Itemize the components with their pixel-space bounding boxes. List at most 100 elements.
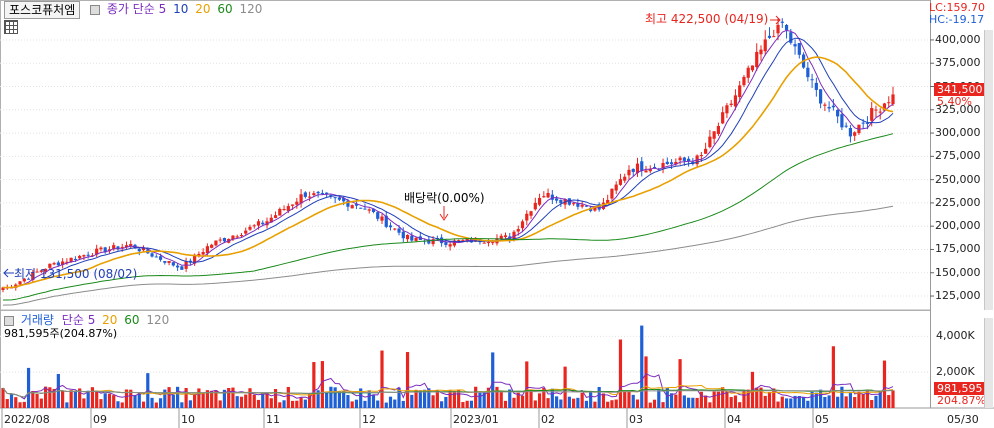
candle-body	[167, 261, 171, 263]
candle-body	[320, 192, 324, 194]
volume-bar	[193, 394, 197, 408]
volume-bar	[82, 398, 86, 408]
volume-current: 981,595주(204.87%)	[4, 327, 118, 340]
ma-period-60: 60	[217, 2, 233, 16]
price-axis-label: 275,000	[935, 149, 981, 163]
volume-bar	[631, 394, 635, 408]
candle-body	[542, 196, 546, 198]
volume-bar	[256, 399, 261, 408]
volume-bar	[325, 392, 329, 408]
candle-body	[814, 82, 818, 90]
volume-bar	[610, 400, 614, 408]
vol-ma-period-20: 20	[102, 313, 118, 327]
candle-body	[665, 161, 669, 165]
volume-bar	[239, 396, 244, 408]
candle-body	[367, 209, 371, 211]
volume-bar	[874, 395, 878, 408]
volume-bar	[448, 390, 452, 408]
stock-chart-window[interactable]: 포스코퓨처엠 종가 단순 5 10 20 60 120 LC:159.70 HC…	[0, 0, 994, 428]
candle-body	[640, 161, 644, 171]
candle-body	[235, 236, 239, 238]
volume-bar	[278, 402, 282, 408]
price-scrollbar[interactable]	[984, 30, 993, 310]
date-axis-label: 02	[541, 413, 555, 426]
candle-body	[397, 228, 401, 233]
volume-bar	[491, 352, 495, 408]
candle-body	[137, 249, 141, 252]
volume-bar	[299, 397, 303, 408]
price-axis-label: 225,000	[935, 195, 981, 209]
volume-bar	[520, 395, 525, 408]
candle-body	[806, 67, 810, 78]
candle-body	[755, 51, 759, 68]
ma10-line	[3, 37, 894, 288]
high-annotation: 최고 422,500 (04/19)	[645, 12, 769, 26]
candle-body	[214, 240, 218, 246]
candle-body	[393, 228, 397, 230]
volume-bar	[580, 392, 584, 408]
volume-legend: 거래량 단순 5 20 60 120	[4, 313, 169, 327]
candle-body	[516, 229, 520, 232]
volume-bar	[363, 400, 367, 408]
dividend-arrow-icon	[439, 206, 449, 221]
volume-bar	[31, 390, 35, 408]
chart-canvas[interactable]	[0, 0, 994, 428]
date-axis-label: 10	[181, 413, 195, 426]
volume-bar	[103, 393, 107, 408]
volume-bar	[729, 397, 733, 408]
candle-body	[763, 39, 767, 52]
volume-bar	[674, 394, 678, 408]
candle-body	[529, 211, 533, 216]
candle-body	[201, 252, 205, 255]
candle-body	[410, 235, 414, 241]
volume-scrollbar[interactable]	[984, 318, 993, 408]
candle-body	[810, 79, 814, 81]
volume-bar	[329, 386, 333, 408]
candle-body	[503, 235, 508, 238]
candle-body	[73, 258, 77, 260]
volume-bar	[601, 393, 606, 408]
candle-body	[733, 95, 738, 107]
candle-body	[376, 212, 380, 219]
volume-bar	[197, 388, 201, 408]
stock-name-box[interactable]: 포스코퓨처엠	[4, 1, 81, 19]
candle-body	[610, 188, 614, 199]
volume-bar	[780, 396, 784, 408]
volume-bar	[43, 386, 48, 408]
candle-body	[614, 184, 618, 191]
volume-bar	[141, 401, 146, 408]
candle-body	[333, 197, 337, 199]
candle-body	[78, 255, 82, 259]
volume-bar	[65, 402, 69, 408]
candle-body	[780, 21, 784, 23]
low-annotation: 최저 131,500 (08/02)	[14, 267, 138, 281]
volume-bar	[354, 399, 359, 408]
volume-title: 거래량	[20, 313, 54, 327]
volume-bar	[623, 390, 627, 408]
candle-body	[363, 208, 367, 210]
volume-bar	[614, 399, 618, 408]
candle-body	[244, 230, 248, 234]
volume-bar	[831, 346, 835, 408]
candle-body	[405, 234, 410, 240]
volume-bar	[154, 402, 158, 408]
volume-bar	[465, 400, 469, 408]
grid-table-icon[interactable]	[4, 20, 18, 34]
volume-bar	[853, 397, 857, 408]
candle-body	[725, 105, 729, 114]
volume-bar	[35, 393, 39, 408]
volume-bar	[431, 395, 435, 408]
ma120-line	[2, 205, 894, 306]
volume-bar	[380, 350, 384, 408]
volume-bar	[691, 397, 695, 408]
candle-body	[491, 242, 495, 244]
candle-body	[704, 148, 708, 154]
volume-bar	[14, 397, 18, 408]
candle-body	[721, 112, 725, 124]
candle-body	[831, 105, 835, 108]
volume-axis-label: 2,000K	[936, 365, 975, 379]
volume-bar	[801, 397, 806, 408]
volume-bar	[695, 397, 699, 408]
volume-bar	[282, 400, 286, 408]
candle-body	[784, 24, 789, 31]
